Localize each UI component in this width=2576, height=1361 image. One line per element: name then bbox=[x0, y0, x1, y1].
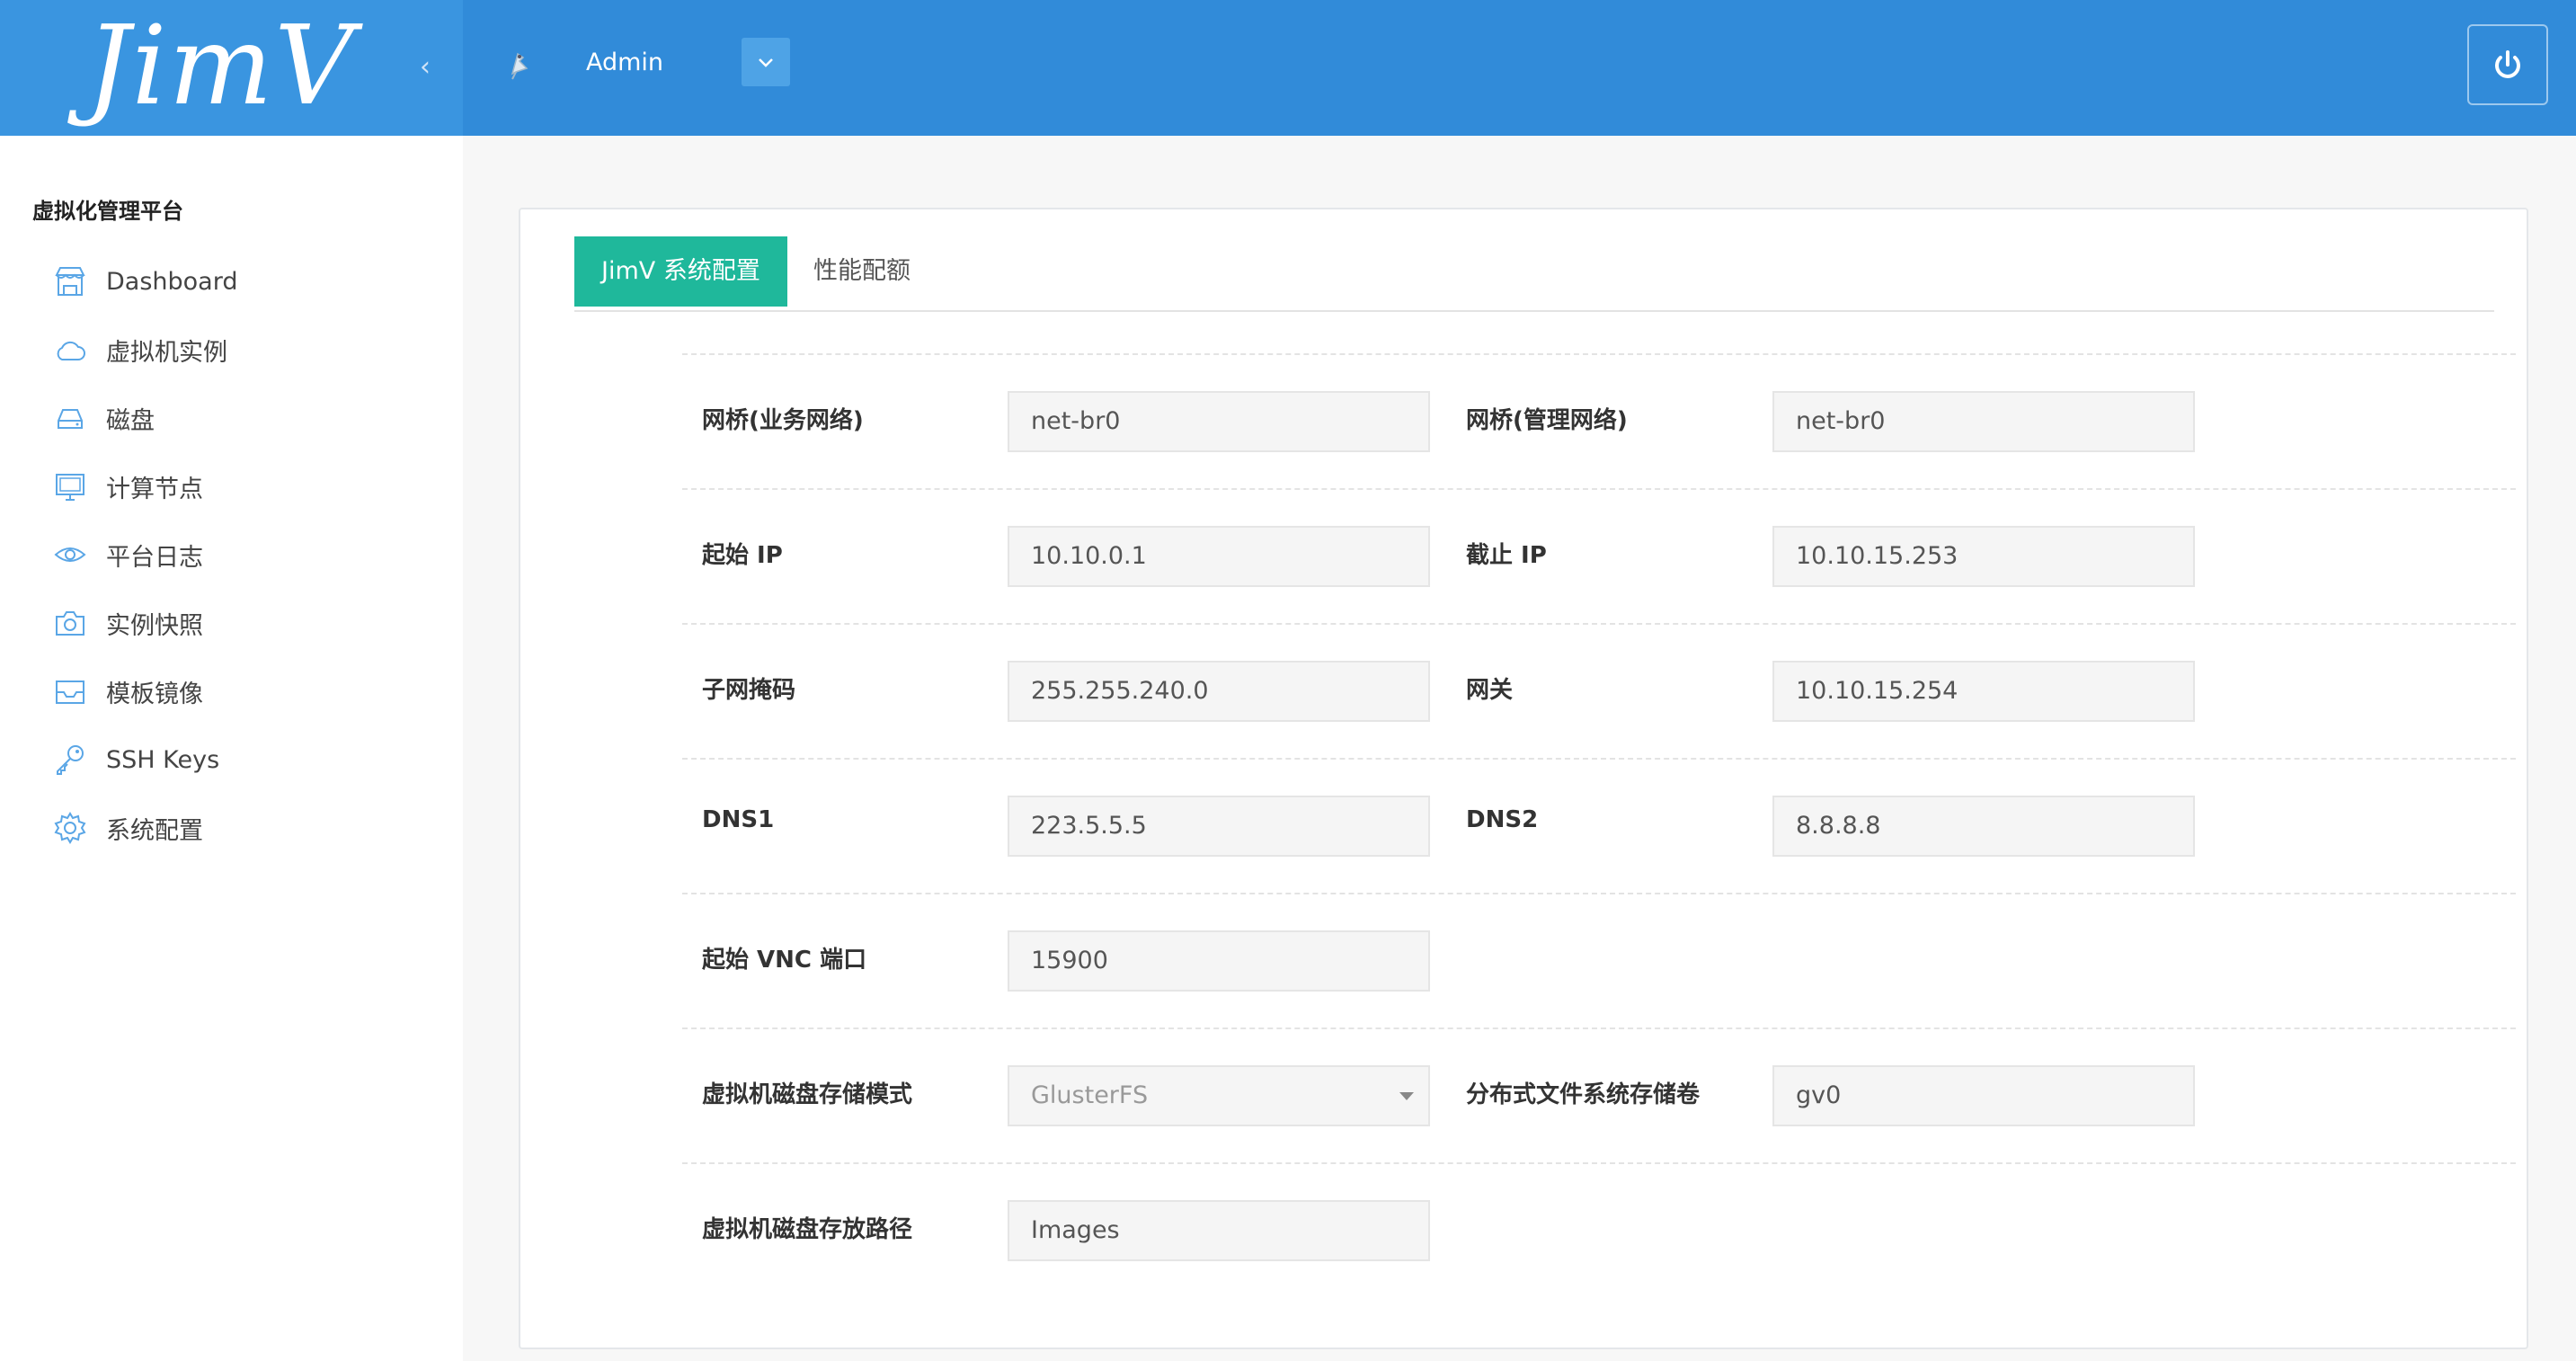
bridge-mgmt-input[interactable]: net-br0 bbox=[1772, 391, 2195, 452]
sidebar-item-instances[interactable]: 虚拟机实例 bbox=[50, 316, 237, 384]
dns1-label: DNS1 bbox=[702, 806, 775, 833]
form-row: 起始 VNC 端口 15900 bbox=[682, 893, 2516, 1027]
sidebar-item-label: 虚拟机实例 bbox=[106, 338, 227, 367]
caret-down-icon bbox=[1399, 1092, 1414, 1100]
sidebar: 虚拟化管理平台 Dashboard 虚拟机实例 磁盘 计算节点 平台日志 实例快… bbox=[0, 136, 463, 1361]
user-menu-button[interactable] bbox=[742, 38, 790, 86]
inbox-icon bbox=[50, 672, 90, 711]
start-ip-input[interactable]: 10.10.0.1 bbox=[1008, 526, 1430, 587]
bridge-business-label: 网桥(业务网络) bbox=[702, 407, 864, 434]
end-ip-input[interactable]: 10.10.15.253 bbox=[1772, 526, 2195, 587]
camera-icon bbox=[50, 603, 90, 643]
settings-panel: JimV 系统配置 性能配额 网桥(业务网络) net-br0 网桥(管理网络)… bbox=[519, 208, 2528, 1349]
start-ip-label: 起始 IP bbox=[702, 542, 783, 569]
dns2-input[interactable]: 8.8.8.8 bbox=[1772, 796, 2195, 857]
tab-performance-quota[interactable]: 性能配额 bbox=[786, 236, 937, 307]
sidebar-item-label: SSH Keys bbox=[106, 745, 220, 774]
storage-mode-select[interactable]: GlusterFS bbox=[1008, 1065, 1430, 1126]
sidebar-item-templates[interactable]: 模板镜像 bbox=[50, 657, 237, 725]
vnc-port-input[interactable]: 15900 bbox=[1008, 930, 1430, 992]
storage-path-label: 虚拟机磁盘存放路径 bbox=[702, 1216, 913, 1243]
key-icon bbox=[50, 740, 90, 779]
chevron-down-icon bbox=[759, 58, 773, 67]
drive-icon bbox=[50, 398, 90, 438]
brand-logo[interactable]: JimV bbox=[86, 2, 356, 129]
tab-system-config[interactable]: JimV 系统配置 bbox=[574, 236, 787, 307]
sidebar-item-label: Dashboard bbox=[106, 267, 238, 296]
sidebar-item-label: 计算节点 bbox=[106, 475, 203, 503]
dns2-label: DNS2 bbox=[1466, 806, 1539, 833]
top-bar: JimV ‹ Admin bbox=[0, 0, 2576, 136]
sidebar-item-snapshots[interactable]: 实例快照 bbox=[50, 589, 237, 657]
vnc-port-label: 起始 VNC 端口 bbox=[702, 947, 867, 974]
monitor-icon bbox=[50, 467, 90, 506]
sidebar-item-label: 模板镜像 bbox=[106, 680, 203, 708]
cloud-icon bbox=[50, 330, 90, 369]
tab-bar: JimV 系统配置 性能配额 bbox=[574, 236, 2494, 312]
form-row: 虚拟机磁盘存放路径 Images bbox=[682, 1162, 2516, 1297]
storage-path-input[interactable]: Images bbox=[1008, 1200, 1430, 1261]
dfs-volume-input[interactable]: gv0 bbox=[1772, 1065, 2195, 1126]
sidebar-title: 虚拟化管理平台 bbox=[32, 199, 183, 224]
sidebar-item-ssh-keys[interactable]: SSH Keys bbox=[50, 725, 237, 794]
chevron-left-icon: ‹ bbox=[420, 51, 431, 83]
sidebar-item-label: 平台日志 bbox=[106, 543, 203, 572]
form-row: 子网掩码 255.255.240.0 网关 10.10.15.254 bbox=[682, 623, 2516, 758]
gateway-label: 网关 bbox=[1466, 677, 1514, 704]
user-name[interactable]: Admin bbox=[586, 45, 663, 81]
power-icon bbox=[2495, 50, 2520, 78]
end-ip-label: 截止 IP bbox=[1466, 542, 1547, 569]
form-row: DNS1 223.5.5.5 DNS2 8.8.8.8 bbox=[682, 758, 2516, 893]
form-row: 虚拟机磁盘存储模式 GlusterFS 分布式文件系统存储卷 gv0 bbox=[682, 1027, 2516, 1162]
sidebar-item-label: 实例快照 bbox=[106, 611, 203, 640]
storage-mode-value: GlusterFS bbox=[1031, 1081, 1149, 1109]
storage-mode-label: 虚拟机磁盘存储模式 bbox=[702, 1081, 913, 1108]
gear-icon bbox=[50, 808, 90, 848]
user-avatar-icon bbox=[503, 47, 534, 83]
main-content: JimV 系统配置 性能配额 网桥(业务网络) net-br0 网桥(管理网络)… bbox=[463, 136, 2576, 1361]
netmask-label: 子网掩码 bbox=[702, 677, 796, 704]
sidebar-item-disks[interactable]: 磁盘 bbox=[50, 384, 237, 452]
sidebar-collapse-button[interactable]: ‹ bbox=[415, 49, 435, 85]
logout-button[interactable] bbox=[2467, 24, 2548, 105]
gateway-input[interactable]: 10.10.15.254 bbox=[1772, 661, 2195, 722]
form-row: 起始 IP 10.10.0.1 截止 IP 10.10.15.253 bbox=[682, 488, 2516, 623]
sidebar-item-dashboard[interactable]: Dashboard bbox=[50, 247, 237, 316]
dns1-input[interactable]: 223.5.5.5 bbox=[1008, 796, 1430, 857]
system-config-form: 网桥(业务网络) net-br0 网桥(管理网络) net-br0 起始 IP … bbox=[682, 353, 2516, 1297]
form-row: 网桥(业务网络) net-br0 网桥(管理网络) net-br0 bbox=[682, 353, 2516, 488]
bridge-business-input[interactable]: net-br0 bbox=[1008, 391, 1430, 452]
sidebar-item-settings[interactable]: 系统配置 bbox=[50, 794, 237, 862]
sidebar-item-logs[interactable]: 平台日志 bbox=[50, 520, 237, 589]
netmask-input[interactable]: 255.255.240.0 bbox=[1008, 661, 1430, 722]
sidebar-item-label: 系统配置 bbox=[106, 816, 203, 845]
store-icon bbox=[50, 262, 90, 301]
eye-icon bbox=[50, 535, 90, 574]
sidebar-item-nodes[interactable]: 计算节点 bbox=[50, 452, 237, 520]
brand-area: JimV ‹ bbox=[0, 0, 463, 136]
sidebar-nav: Dashboard 虚拟机实例 磁盘 计算节点 平台日志 实例快照 模板镜像 S… bbox=[50, 247, 237, 862]
bridge-mgmt-label: 网桥(管理网络) bbox=[1466, 407, 1628, 434]
dfs-volume-label: 分布式文件系统存储卷 bbox=[1466, 1081, 1701, 1108]
sidebar-item-label: 磁盘 bbox=[106, 406, 155, 435]
